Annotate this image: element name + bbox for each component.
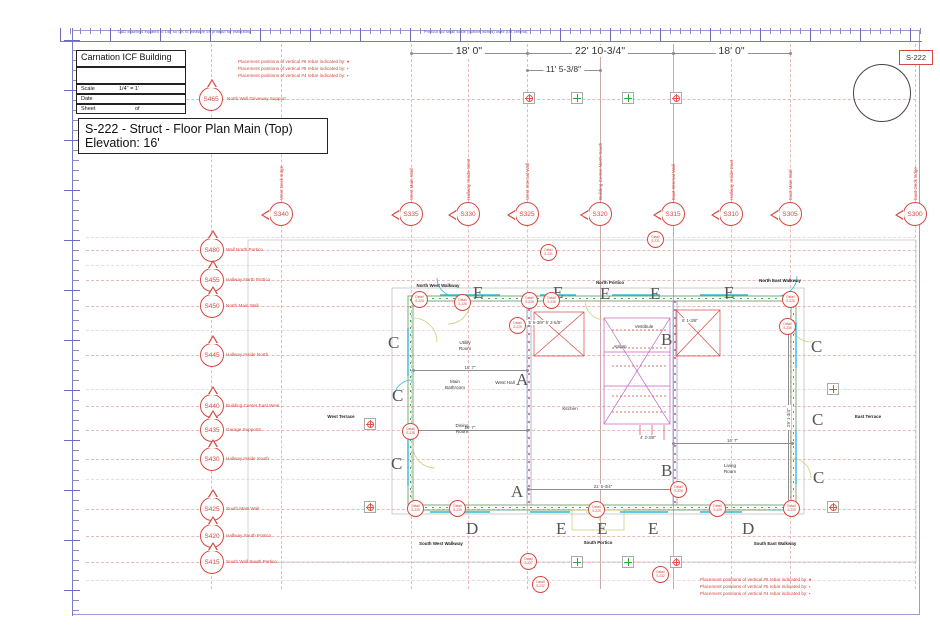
legend-text: Placement positions of vertical #4 rebar… bbox=[700, 591, 809, 596]
title-block-sheet-row: Sheet of bbox=[76, 104, 186, 114]
legend-marker-icon: ▪ bbox=[808, 584, 811, 589]
legend-marker-icon: ● bbox=[346, 59, 350, 64]
detail-bubble-10[interactable]: Detail S-229 bbox=[449, 500, 466, 517]
detail-bubble-2[interactable]: Detail S-226 bbox=[521, 292, 538, 309]
detail-bubble-6[interactable]: Detail S-226 bbox=[782, 291, 799, 308]
detail-bubble-line: S-231 bbox=[651, 238, 660, 243]
detail-bubble-line: S-232 bbox=[656, 573, 665, 578]
detail-bubble-line: S-225 bbox=[458, 301, 467, 306]
legend-line-0: Placement positions of vertical #6 rebar… bbox=[238, 58, 350, 65]
detail-bubble-9[interactable]: Detail S-229 bbox=[407, 500, 424, 517]
grid-arrow-up-icon bbox=[207, 79, 217, 88]
detail-bubble-line: S-228 bbox=[406, 430, 415, 435]
sheet-title: S-222 - Struct - Floor Plan Main (Top) bbox=[85, 122, 293, 136]
detail-bubble-18[interactable]: Detail S-227 bbox=[520, 553, 537, 570]
legend-marker-icon: ▪ bbox=[346, 66, 349, 71]
detail-bubble-5[interactable]: Detail S-230 bbox=[779, 318, 796, 335]
legend-text: Placement positions of vertical #5 rebar… bbox=[238, 66, 347, 71]
detail-bubble-line: S-229 bbox=[411, 507, 420, 512]
grid-bubble-S465[interactable]: S465 bbox=[199, 79, 223, 111]
legend-line-1: Placement positions of vertical #5 rebar… bbox=[700, 583, 812, 590]
detail-bubble-line: S-226 bbox=[547, 299, 556, 304]
legend-text: Placement positions of vertical #6 rebar… bbox=[700, 577, 809, 582]
sheet-label: Sheet bbox=[81, 106, 96, 112]
title-block-project: Carnation ICF Building bbox=[76, 50, 186, 67]
detail-bubble-line: S-229 bbox=[713, 507, 722, 512]
legend-text: Placement positions of vertical #5 rebar… bbox=[700, 584, 809, 589]
rebar-legend-top: Placement positions of vertical #6 rebar… bbox=[238, 58, 350, 79]
detail-bubble-14[interactable]: Detail S-231 bbox=[540, 244, 557, 261]
grid-label-S465: North Wall Driveway Support bbox=[227, 96, 286, 101]
sheet-title-block: S-222 - Struct - Floor Plan Main (Top) E… bbox=[78, 118, 328, 154]
drawing-canvas: CAD drawings equated to 1/8" so OK to me… bbox=[0, 0, 940, 627]
legend-line-2: Placement positions of vertical #4 rebar… bbox=[700, 590, 812, 597]
sheet-value: of bbox=[135, 106, 140, 112]
detail-bubble-line: S-230 bbox=[783, 325, 792, 330]
detail-bubble-15[interactable]: Detail S-231 bbox=[647, 231, 664, 248]
title-block-blank bbox=[76, 67, 186, 84]
scale-label: Scale bbox=[81, 86, 95, 92]
detail-bubble-3[interactable]: Detail S-226 bbox=[543, 292, 560, 309]
legend-text: Placement positions of vertical #4 rebar… bbox=[238, 73, 347, 78]
date-label: Date bbox=[81, 96, 93, 102]
detail-bubble-line: S-231 bbox=[544, 251, 553, 256]
legend-text: Placement positions of vertical #6 rebar… bbox=[238, 59, 347, 64]
detail-bubble-7[interactable]: Detail S-228 bbox=[402, 423, 419, 440]
title-block-scale-row: Scale 1/4" = 1' bbox=[76, 84, 186, 94]
legend-line-1: Placement positions of vertical #5 rebar… bbox=[238, 65, 350, 72]
detail-bubble-11[interactable]: Detail S-229 bbox=[588, 501, 605, 518]
legend-line-2: Placement positions of vertical #4 rebar… bbox=[238, 72, 350, 79]
detail-bubble-line: S-232 bbox=[536, 583, 545, 588]
rebar-legend-bottom: Placement positions of vertical #6 rebar… bbox=[700, 576, 812, 597]
sheet-elevation: Elevation: 16' bbox=[85, 136, 160, 150]
legend-line-0: Placement positions of vertical #6 rebar… bbox=[700, 576, 812, 583]
detail-bubble-line: S-225 bbox=[415, 298, 424, 303]
detail-bubble-17[interactable]: Detail S-232 bbox=[652, 566, 669, 583]
detail-bubble-line: S-228 bbox=[674, 488, 683, 493]
detail-bubble-8[interactable]: Detail S-228 bbox=[670, 481, 687, 498]
legend-marker-icon: ▪ bbox=[808, 591, 811, 596]
detail-bubble-line: S-229 bbox=[453, 507, 462, 512]
detail-bubble-line: S-227 bbox=[524, 560, 533, 565]
north-arrow-circle bbox=[853, 64, 911, 122]
detail-bubble-line: S-225 bbox=[513, 324, 522, 329]
detail-bubble-12[interactable]: Detail S-229 bbox=[709, 500, 726, 517]
legend-marker-icon: ● bbox=[808, 577, 812, 582]
detail-bubble-1[interactable]: Detail S-225 bbox=[454, 294, 471, 311]
scale-value: 1/4" = 1' bbox=[119, 86, 139, 92]
detail-bubble-4[interactable]: Detail S-225 bbox=[509, 317, 526, 334]
detail-bubble-0[interactable]: Detail S-225 bbox=[411, 291, 428, 308]
legend-marker-icon: ▪ bbox=[346, 73, 349, 78]
detail-bubble-13[interactable]: Detail S-229 bbox=[783, 500, 800, 517]
detail-bubble-16[interactable]: Detail S-232 bbox=[532, 576, 549, 593]
project-name: Carnation ICF Building bbox=[81, 52, 172, 62]
detail-bubble-line: S-229 bbox=[592, 508, 601, 513]
sheet-id-badge[interactable]: S-222 bbox=[899, 50, 934, 65]
detail-bubble-line: S-226 bbox=[525, 299, 534, 304]
detail-bubble-line: S-229 bbox=[787, 507, 796, 512]
title-block-date-row: Date bbox=[76, 94, 186, 104]
detail-bubble-line: S-226 bbox=[786, 298, 795, 303]
